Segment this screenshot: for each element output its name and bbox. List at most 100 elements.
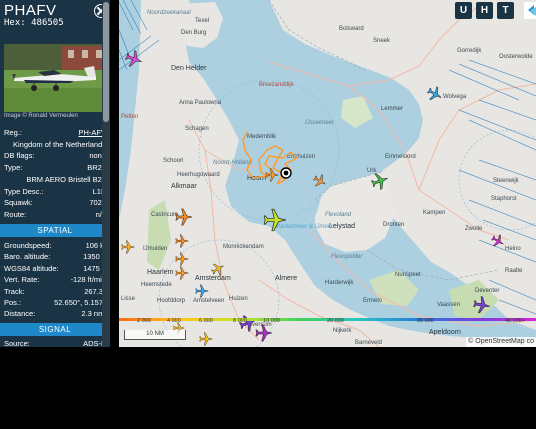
map-button-u[interactable]: U [455,2,472,19]
svg-text:Harderwijk: Harderwijk [325,280,354,286]
spatial-row: Pos.: 52.650°, 5.157° [4,297,106,308]
layers-button[interactable] [524,2,536,19]
svg-text:IJsselmeer: IJsselmeer [305,120,335,126]
spatial-row: Track: 267.3° [4,286,106,297]
svg-text:Deventer: Deventer [475,288,499,294]
svg-text:Enkhuizen: Enkhuizen [287,154,315,160]
aircraft-icon[interactable] [175,208,193,226]
altitude-legend: 2 000 4 000 6 000 8 000 10 000 20 000 30 000 40… [119,318,536,327]
aircraft-icon[interactable] [491,234,505,248]
map-button-t[interactable]: T [497,2,514,19]
spatial-key: Pos.: [4,298,22,307]
details-value: Kingdom of the Netherlands [13,139,106,149]
scale-bar: 10 NM [124,330,186,340]
svg-text:Amstelveen: Amstelveen [193,298,224,304]
section-signal[interactable]: SIGNAL [0,323,110,336]
details-row: Squawk: 7020 [4,197,106,208]
aircraft-icon[interactable] [199,332,213,346]
svg-text:Noord-Holland: Noord-Holland [213,160,252,166]
svg-text:Flevoland: Flevoland [325,212,352,218]
spatial-key: Vert. Rate: [4,275,40,285]
svg-text:Heemstede: Heemstede [141,282,172,288]
svg-text:Texel: Texel [195,18,209,24]
svg-text:Staphorst: Staphorst [491,196,517,202]
svg-text:Lisse: Lisse [121,296,136,302]
spatial-row: Distance: 2.3 nmi [4,308,106,319]
svg-text:Schagen: Schagen [185,126,209,132]
svg-text:Nunspeet: Nunspeet [395,272,421,278]
details-key: Squawk: [4,198,33,208]
svg-text:Amsterdam: Amsterdam [195,275,231,282]
aircraft-icon[interactable] [473,296,491,314]
aircraft-icon[interactable] [175,266,189,280]
layers-icon [528,5,536,16]
svg-text:Emmeloord: Emmeloord [385,154,416,160]
svg-text:Hoofddorp: Hoofddorp [157,298,186,304]
spatial-key: Distance: [4,309,36,319]
selected-aircraft-marker[interactable] [279,166,293,180]
spatial-row: Vert. Rate: -128 ft/min [4,274,106,285]
hex-value: 486505 [31,18,64,28]
svg-text:Huizen: Huizen [229,296,248,302]
aircraft-icon[interactable] [263,208,287,232]
photo-credit: Image © Ronald Vermeulen [4,113,78,119]
aircraft-icon[interactable] [427,86,443,102]
svg-text:Heerhugowaard: Heerhugowaard [177,172,220,178]
svg-text:Castricum: Castricum [151,212,178,218]
svg-text:Almere: Almere [275,275,297,282]
svg-text:Barneveld: Barneveld [355,340,382,346]
details-row: Kingdom of the Netherlands [4,139,106,150]
details-key: Route: [4,209,27,219]
sidebar-scrollbar-thumb[interactable] [103,2,109,122]
aircraft-icon[interactable] [175,252,189,266]
svg-text:Bolsward: Bolsward [339,26,364,32]
details-row: Type Desc.: L1P [4,186,106,197]
map-canvas[interactable]: Noordzeekanaal Texel Den Burg Den Helder… [119,0,536,347]
spatial-row: Groundspeed: 106 kt [4,240,106,251]
map-attribution[interactable]: © OpenStreetMap co [466,337,536,347]
aircraft-icon[interactable] [125,50,143,68]
svg-text:Flevopolder: Flevopolder [331,254,363,260]
callsign: PHAFV [4,2,57,19]
details-row: Type: BR23 [4,162,106,173]
svg-text:Monnickendam: Monnickendam [223,244,264,250]
spatial-value: 52.650°, 5.157° [54,298,106,307]
signal-row: Source: ADS-B [4,338,106,347]
svg-text:Noordzeekanaal: Noordzeekanaal [147,10,191,16]
section-spatial[interactable]: SPATIAL [0,224,110,237]
svg-text:Zwolle: Zwolle [465,226,483,232]
details-key: DB flags: [4,151,35,161]
altitude-tick-label: 30 000 [417,318,434,324]
svg-text:Breezanddijk: Breezanddijk [259,82,295,88]
app-window: PHAFV Hex: 486505 Image © Ronald Vermeul… [0,0,536,347]
svg-text:Apeldoorn: Apeldoorn [429,329,461,336]
altitude-tick-label: 10 000 [263,318,280,324]
spatial-value: -128 ft/min [70,275,106,285]
svg-text:Gorredijk: Gorredijk [457,48,482,54]
aircraft-icon[interactable] [265,168,279,182]
aircraft-icon[interactable] [121,240,135,254]
aircraft-photo[interactable] [4,44,106,112]
aircraft-icon[interactable] [371,172,389,190]
sidebar-scrollbar[interactable] [102,0,110,347]
aircraft-icon[interactable] [211,262,225,276]
details-value: BRM AERO Bristell B23 [26,174,106,184]
map-button-h[interactable]: H [476,2,493,19]
aircraft-icon[interactable] [313,174,327,188]
details-key: Type Desc.: [4,186,44,196]
map-view[interactable]: Noordzeekanaal Texel Den Burg Den Helder… [119,0,536,347]
svg-text:Raalte: Raalte [505,268,523,274]
aircraft-icon[interactable] [175,234,189,248]
details-row: Route: n/a [4,209,106,220]
aircraft-icon[interactable] [195,284,209,298]
svg-text:Petten: Petten [121,114,138,120]
altitude-tick-label: 8 000 [233,318,247,324]
svg-text:Vaassen: Vaassen [437,302,460,308]
altitude-tick-label: 6 000 [199,318,213,324]
svg-text:Schoorl: Schoorl [163,158,183,164]
svg-text:Sneek: Sneek [373,38,391,44]
spatial-key: WGS84 altitude: [4,263,59,273]
hex-row: Hex: 486505 [4,18,64,28]
svg-text:Haarlem: Haarlem [147,269,174,276]
details-key: Reg.: [4,128,22,137]
